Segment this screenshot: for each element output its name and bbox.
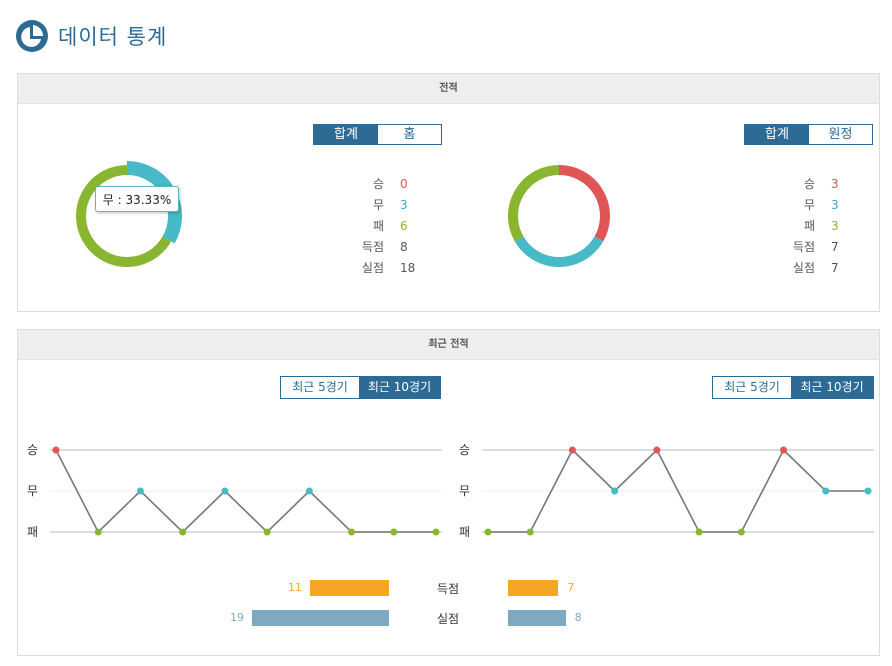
goals-label: 득점 (436, 582, 460, 596)
pie-chart-icon (16, 20, 48, 52)
tab-home-recent-10[interactable]: 최근 10경기 (359, 377, 440, 398)
stat-row: 실점 7 (787, 257, 839, 278)
stat-label: 실점 (792, 261, 815, 275)
result-point[interactable] (526, 528, 534, 536)
stat-row: 실점 18 (356, 257, 415, 278)
away-goals-value: 7 (567, 581, 575, 594)
away-recent-tabs: 최근 5경기 최근 10경기 (712, 376, 874, 399)
away-recent-line-chart (482, 446, 874, 536)
stat-value: 18 (400, 260, 416, 275)
away-record-tabs: 합계 원정 (744, 124, 873, 145)
away-goals-bar (508, 580, 559, 596)
tab-away[interactable]: 원정 (809, 125, 872, 144)
away-conceded-bar (508, 610, 566, 626)
page-title: 데이터 통계 (58, 25, 168, 49)
result-point[interactable] (653, 446, 661, 454)
home-goals-value: 11 (288, 581, 302, 594)
stat-label: 패 (803, 219, 815, 233)
axis-label-loss: 패 (27, 525, 39, 539)
stat-row: 무3 (787, 194, 839, 215)
result-point[interactable] (390, 528, 398, 536)
stat-row: 패6 (356, 215, 415, 236)
stat-value: 3 (831, 218, 839, 233)
result-point[interactable] (822, 487, 830, 495)
stat-row: 득점 7 (787, 236, 839, 257)
tab-away-total[interactable]: 합계 (745, 125, 809, 144)
result-point[interactable] (52, 446, 60, 454)
axis-label-draw: 무 (27, 484, 39, 498)
stat-label: 득점 (361, 240, 384, 254)
home-record-tabs: 합계 홈 (313, 124, 442, 145)
stat-row: 승3 (787, 173, 839, 194)
result-point[interactable] (484, 528, 492, 536)
result-point[interactable] (611, 487, 619, 495)
tab-away-recent-10[interactable]: 최근 10경기 (791, 377, 873, 398)
home-conceded-value: 19 (230, 611, 244, 624)
result-point[interactable] (737, 528, 745, 536)
axis-label-win: 승 (27, 443, 39, 457)
stat-value: 7 (831, 260, 839, 275)
result-point[interactable] (432, 528, 440, 536)
stat-label: 승 (372, 177, 384, 191)
stat-label: 무 (803, 198, 815, 212)
home-stats-list: 승 0 무 3 패 6 득점 8 실점 18 (356, 173, 415, 278)
stat-value: 8 (400, 239, 408, 254)
result-point[interactable] (263, 528, 271, 536)
result-point[interactable] (136, 487, 144, 495)
stat-row: 무3 (356, 194, 415, 215)
stat-row: 패3 (787, 215, 839, 236)
tab-home-recent-5[interactable]: 최근 5경기 (281, 377, 359, 398)
stat-value: 3 (831, 176, 839, 191)
away-stats-list: 승 3 무 3 패 3 득점 7 실점 7 (787, 173, 839, 278)
stat-row: 득점 8 (356, 236, 415, 257)
stat-label: 득점 (792, 240, 815, 254)
axis-label-loss: 패 (459, 525, 471, 539)
donut-slice-무[interactable] (514, 236, 604, 267)
stat-label: 승 (803, 177, 815, 191)
result-point[interactable] (348, 528, 356, 536)
stat-value: 7 (831, 239, 839, 254)
donut-slice-승[interactable] (558, 165, 610, 242)
stat-value: 0 (400, 176, 408, 191)
recent-panel-title: 최근 전적 (18, 330, 879, 360)
stat-value: 6 (400, 218, 408, 233)
stat-label: 실점 (361, 261, 384, 275)
conceded-label: 실점 (436, 612, 460, 626)
axis-label-draw: 무 (459, 484, 471, 498)
donut-tooltip: 무 : 33.33% (95, 186, 179, 212)
stat-value: 3 (400, 197, 408, 212)
result-point[interactable] (221, 487, 229, 495)
home-recent-tabs: 최근 5경기 최근 10경기 (280, 376, 441, 399)
result-point[interactable] (568, 446, 576, 454)
stat-label: 패 (372, 219, 384, 233)
stat-label: 무 (372, 198, 384, 212)
away-record-donut (508, 165, 610, 267)
result-point[interactable] (780, 446, 788, 454)
page-header: 데이터 통계 (16, 18, 167, 54)
away-conceded-value: 8 (574, 611, 582, 624)
tab-away-recent-5[interactable]: 최근 5경기 (713, 377, 791, 398)
tab-home[interactable]: 홈 (378, 125, 441, 144)
home-recent-line-chart (50, 446, 442, 536)
home-record-donut (76, 161, 182, 267)
result-point[interactable] (179, 528, 187, 536)
stat-row: 승0 (356, 173, 415, 194)
home-conceded-bar (252, 610, 389, 626)
result-point[interactable] (695, 528, 703, 536)
home-goals-bar (309, 580, 389, 596)
tab-home-total[interactable]: 합계 (314, 125, 378, 144)
result-point[interactable] (864, 487, 872, 495)
stat-value: 3 (831, 197, 839, 212)
result-point[interactable] (94, 528, 102, 536)
axis-label-win: 승 (459, 443, 471, 457)
record-panel-title: 전적 (18, 74, 879, 104)
donut-slice-패[interactable] (508, 165, 560, 242)
result-point[interactable] (305, 487, 313, 495)
